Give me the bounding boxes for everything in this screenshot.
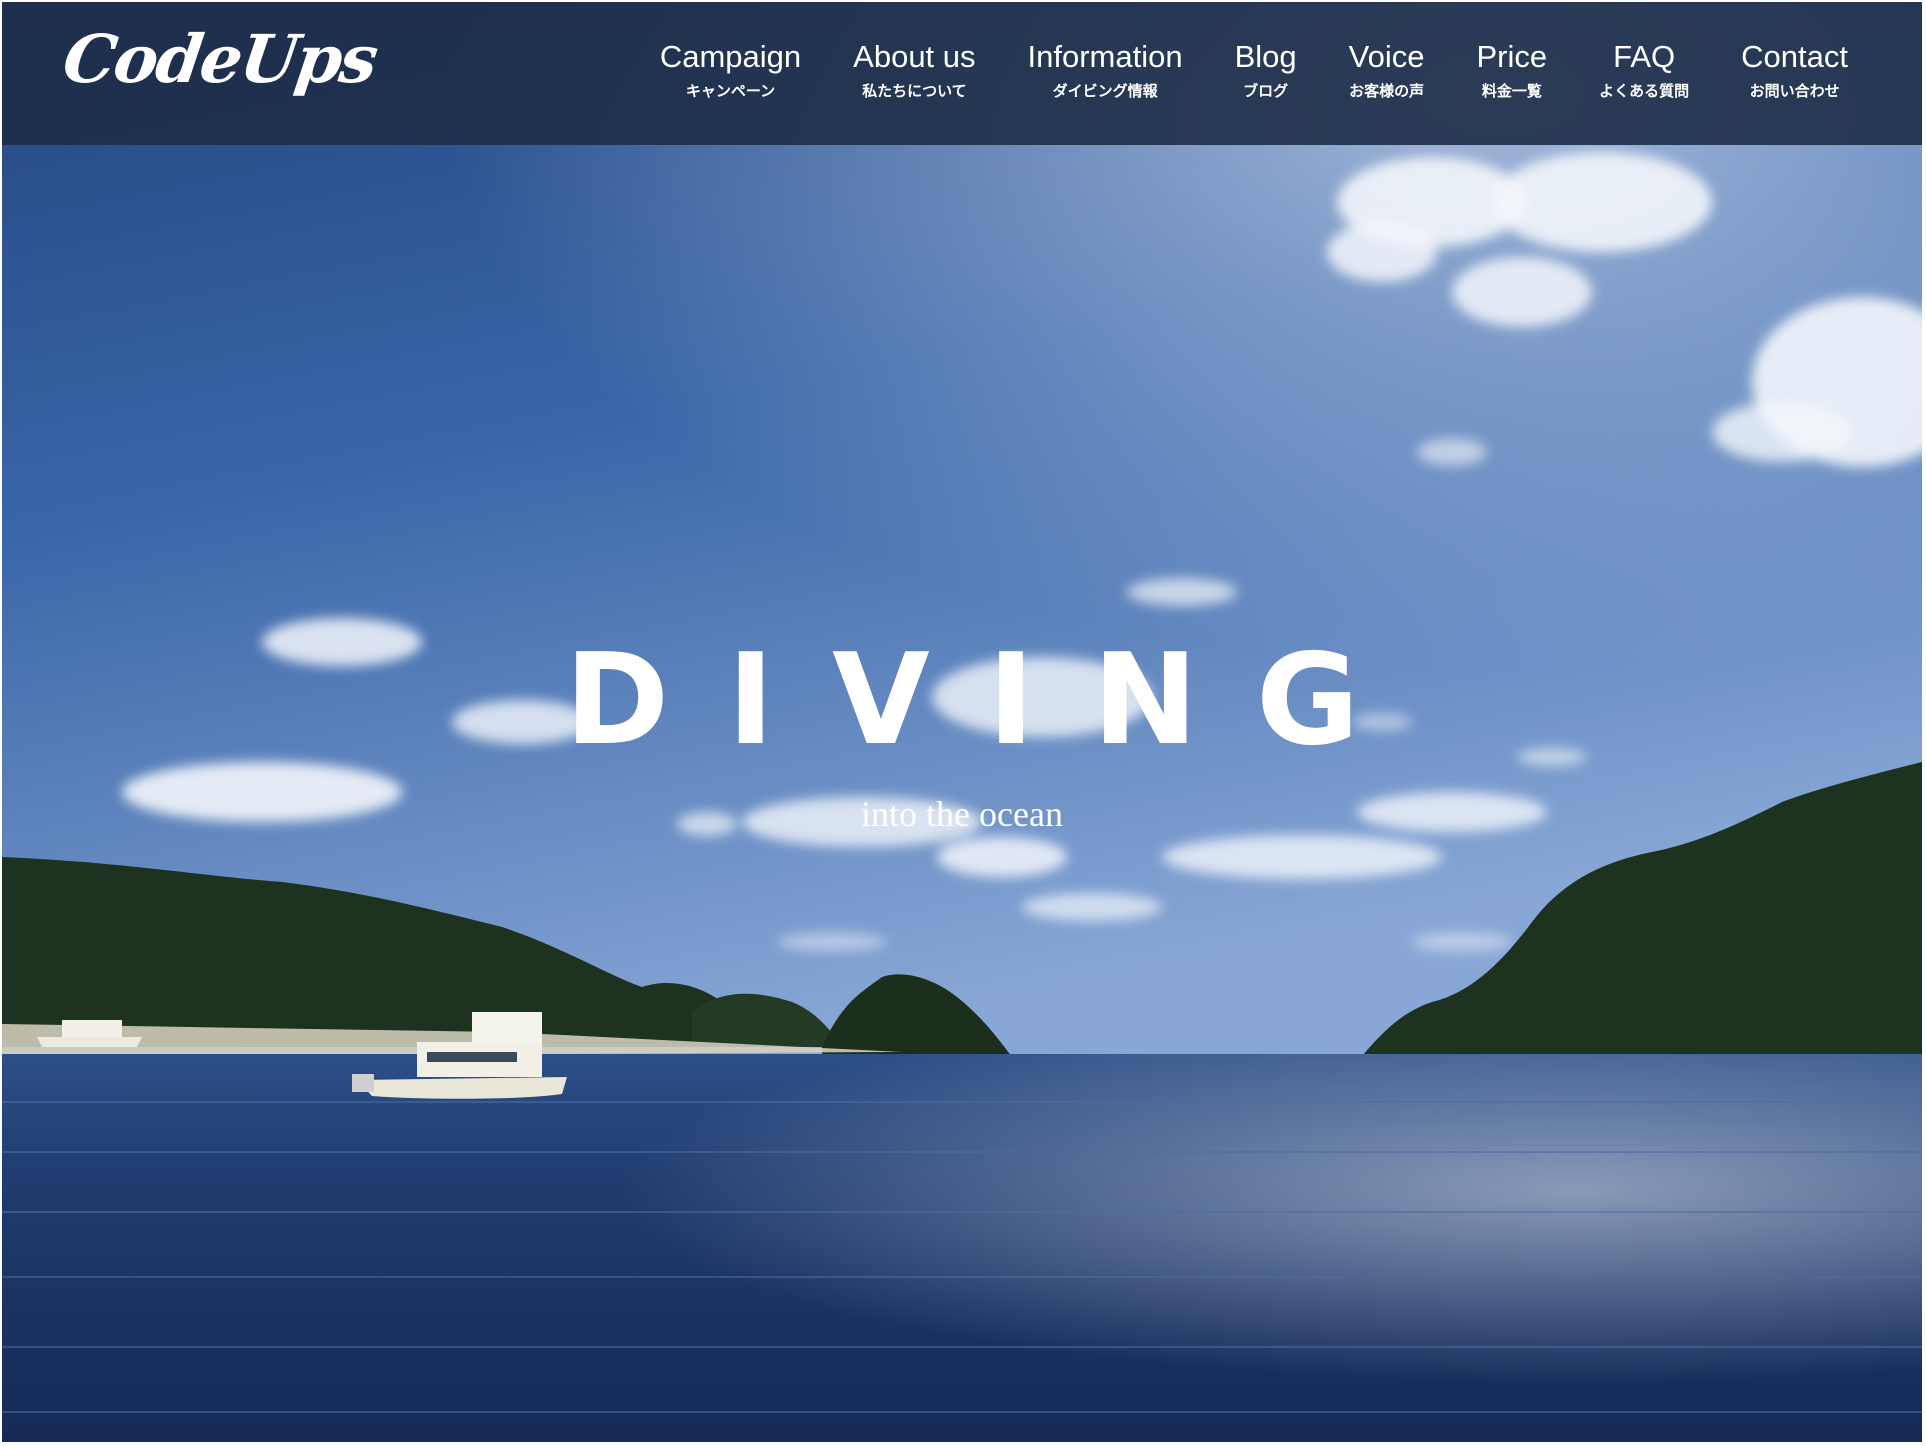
nav-item-price[interactable]: Price 料金一覧 (1451, 38, 1574, 102)
nav-item-label: Blog (1234, 39, 1297, 74)
nav-item-sublabel: 私たちについて (862, 82, 967, 100)
nav-item-voice[interactable]: Voice お客様の声 (1323, 38, 1451, 102)
nav-item-sublabel: よくある質問 (1599, 82, 1690, 100)
nav-item-sublabel: ブログ (1243, 82, 1289, 100)
nav-item-label: Campaign (659, 39, 802, 74)
site-header: CodeUps Campaign キャンペーン About us 私たちについて… (2, 2, 1922, 145)
nav-item-about-us[interactable]: About us 私たちについて (827, 38, 1001, 102)
nav-item-label: FAQ (1613, 39, 1676, 74)
nav-item-label: About us (853, 39, 976, 74)
nav-item-sublabel: お客様の声 (1349, 82, 1425, 100)
site-logo[interactable]: CodeUps (59, 20, 382, 98)
hero-subtitle: into the ocean (861, 794, 1063, 834)
page-frame: CodeUps Campaign キャンペーン About us 私たちについて… (2, 2, 1922, 1442)
hero-section: DIVING into the ocean (2, 626, 1922, 835)
nav-item-sublabel: キャンペーン (685, 82, 776, 100)
nav-item-sublabel: ダイビング情報 (1052, 82, 1158, 100)
nav-item-campaign[interactable]: Campaign キャンペーン (634, 38, 827, 102)
nav-item-blog[interactable]: Blog ブログ (1209, 38, 1323, 102)
nav-item-sublabel: お問い合わせ (1749, 82, 1840, 100)
nav-item-label: Price (1476, 39, 1548, 74)
nav-item-faq[interactable]: FAQ よくある質問 (1573, 38, 1715, 102)
nav-item-label: Contact (1741, 39, 1848, 74)
nav-item-label: Voice (1348, 39, 1425, 74)
nav-item-sublabel: 料金一覧 (1481, 82, 1542, 100)
nav-item-information[interactable]: Information ダイビング情報 (1002, 38, 1209, 102)
nav-item-contact[interactable]: Contact お問い合わせ (1715, 38, 1874, 102)
global-nav: Campaign キャンペーン About us 私たちについて Informa… (634, 38, 1874, 102)
hero-title: DIVING (564, 626, 1418, 773)
nav-item-label: Information (1027, 39, 1183, 74)
